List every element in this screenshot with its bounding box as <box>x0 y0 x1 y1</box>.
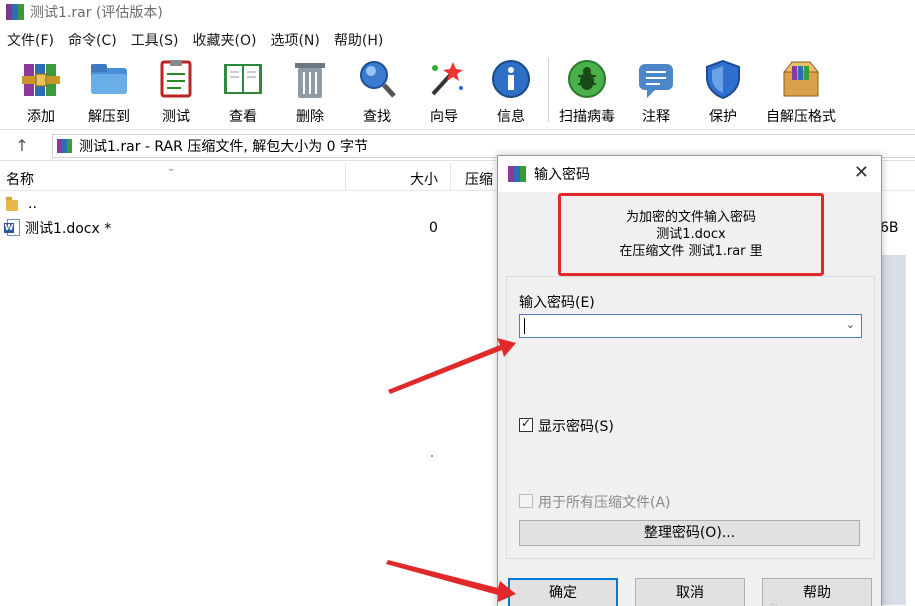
menu-help[interactable]: 帮助(H) <box>327 30 390 50</box>
protect-button[interactable]: 保护 <box>690 58 756 128</box>
test-clipboard-icon <box>155 58 197 100</box>
show-password-checkbox[interactable]: ✓ <box>519 416 533 432</box>
extract-folder-icon <box>88 58 130 100</box>
menu-options[interactable]: 选项(N) <box>263 30 326 50</box>
test-label: 测试 <box>162 109 190 125</box>
delete-button[interactable]: 删除 <box>277 58 343 128</box>
wizard-button[interactable]: 向导 <box>411 58 477 128</box>
file-size: 0 <box>429 220 438 236</box>
password-label: 输入密码(E) <box>519 295 595 311</box>
view-label: 查看 <box>229 109 257 125</box>
show-password-label[interactable]: 显示密码(S) <box>538 416 614 436</box>
shield-icon <box>702 58 744 100</box>
column-packed[interactable]: 压缩 <box>465 169 493 189</box>
column-name[interactable]: 名称 <box>6 169 34 189</box>
sfx-label: 自解压格式 <box>766 109 836 125</box>
extract-label: 解压到 <box>88 109 130 125</box>
window-titlebar: 测试1.rar (评估版本) <box>0 0 915 24</box>
info-line: 测试1.docx <box>656 227 726 242</box>
cancel-button[interactable]: 取消 <box>635 578 745 606</box>
text-caret <box>524 318 525 334</box>
toolbar: 添加 解压到 测试 查看 删除 查找 向导 信息 扫描病毒 注释 保护 自解压格… <box>0 52 915 130</box>
find-label: 查找 <box>363 109 391 125</box>
stray-pixel <box>431 455 433 457</box>
password-input[interactable]: ⌄ <box>519 314 862 338</box>
partial-column-value: 6B <box>880 220 899 236</box>
info-label: 信息 <box>497 109 525 125</box>
chevron-down-icon[interactable]: ⌄ <box>846 318 855 331</box>
up-arrow-icon[interactable]: ↑ <box>8 136 36 156</box>
delete-label: 删除 <box>296 109 324 125</box>
help-button[interactable]: 帮助 <box>762 578 872 606</box>
add-button[interactable]: 添加 <box>8 58 74 128</box>
virus-bug-icon <box>566 58 608 100</box>
background-panel <box>880 255 906 605</box>
find-button[interactable]: 查找 <box>344 58 410 128</box>
list-item-docx[interactable]: W 测试1.docx * <box>0 216 111 240</box>
sfx-box-icon <box>780 58 822 100</box>
view-book-icon <box>222 58 264 100</box>
menu-tools[interactable]: 工具(S) <box>124 30 186 50</box>
address-text: 测试1.rar - RAR 压缩文件, 解包大小为 0 字节 <box>79 139 369 155</box>
encrypted-file-info: 为加密的文件输入密码 测试1.docx 在压缩文件 测试1.rar 里 <box>558 193 824 276</box>
wizard-label: 向导 <box>430 109 458 125</box>
column-size[interactable]: 大小 <box>410 169 438 189</box>
comment-button[interactable]: 注释 <box>623 58 689 128</box>
protect-label: 保护 <box>709 109 737 125</box>
folder-icon <box>6 197 22 211</box>
magnifier-icon <box>356 58 398 100</box>
info-icon <box>490 58 532 100</box>
scan-virus-label: 扫描病毒 <box>559 109 615 125</box>
winrar-dialog-icon <box>508 166 526 182</box>
info-line: 为加密的文件输入密码 <box>625 210 756 225</box>
list-item-parent-folder[interactable]: .. <box>0 192 37 216</box>
rar-archive-icon <box>57 138 73 154</box>
close-icon[interactable]: ✕ <box>854 164 869 182</box>
scan-virus-button[interactable]: 扫描病毒 <box>554 58 620 128</box>
sfx-button[interactable]: 自解压格式 <box>766 58 836 128</box>
use-for-all-checkbox[interactable] <box>519 494 533 508</box>
file-name: 测试1.docx * <box>25 221 112 237</box>
column-divider[interactable] <box>450 163 451 191</box>
password-dialog: 输入密码 ✕ 为加密的文件输入密码 测试1.docx 在压缩文件 测试1.rar… <box>497 155 882 606</box>
menu-bar: 文件(F) 命令(C) 工具(S) 收藏夹(O) 选项(N) 帮助(H) <box>0 28 390 52</box>
manage-passwords-button[interactable]: 整理密码(O)... <box>519 520 860 546</box>
extract-button[interactable]: 解压到 <box>76 58 142 128</box>
checkmark-icon: ✓ <box>521 416 532 430</box>
info-button[interactable]: 信息 <box>478 58 544 128</box>
word-document-icon: W <box>4 219 20 237</box>
trash-icon <box>289 58 331 100</box>
dialog-titlebar: 输入密码 ✕ <box>498 156 881 192</box>
menu-file[interactable]: 文件(F) <box>0 30 61 50</box>
dialog-title: 输入密码 <box>534 167 590 183</box>
menu-favorites[interactable]: 收藏夹(O) <box>186 30 264 50</box>
ok-button[interactable]: 确定 <box>508 578 618 606</box>
menu-commands[interactable]: 命令(C) <box>61 30 124 50</box>
magic-wand-icon <box>423 58 465 100</box>
use-for-all-label[interactable]: 用于所有压缩文件(A) <box>538 492 671 512</box>
toolbar-separator <box>548 58 549 122</box>
winrar-app-icon <box>6 4 24 20</box>
column-divider[interactable] <box>345 163 346 191</box>
comment-bubble-icon <box>635 58 677 100</box>
info-line: 在压缩文件 测试1.rar 里 <box>619 244 763 259</box>
view-button[interactable]: 查看 <box>210 58 276 128</box>
file-name: .. <box>28 196 37 212</box>
sort-chevron-icon: ⌄ <box>167 163 176 174</box>
add-archive-icon <box>20 58 62 100</box>
watermark-text: ... <box>770 598 778 606</box>
test-button[interactable]: 测试 <box>143 58 209 128</box>
add-label: 添加 <box>27 109 55 125</box>
comment-label: 注释 <box>642 109 670 125</box>
window-title: 测试1.rar (评估版本) <box>30 5 163 21</box>
